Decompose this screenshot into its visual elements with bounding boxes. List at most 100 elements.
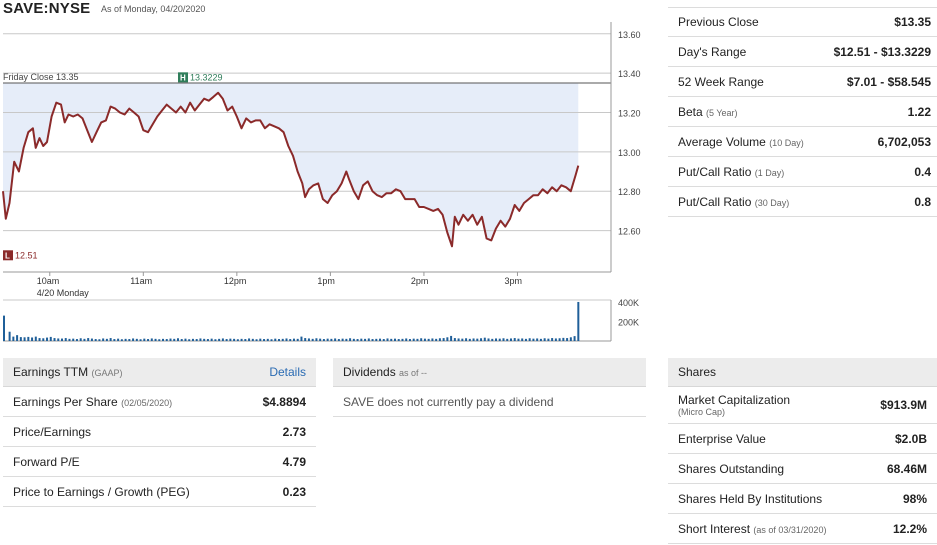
x-tick-label: 3pm: [504, 276, 522, 286]
volume-bar: [109, 338, 112, 341]
volume-bar: [457, 338, 460, 341]
volume-bar: [371, 339, 374, 341]
stat-row: Previous Close $13.35: [668, 7, 937, 37]
shares-rows: Market Capitalization (Micro Cap) $913.9M E…: [668, 387, 937, 544]
earnings-panel: Earnings TTM (GAAP) Details Earnings Per…: [3, 358, 316, 507]
earnings-details-link[interactable]: Details: [269, 365, 306, 379]
volume-bar: [139, 339, 142, 341]
volume-bar: [345, 338, 348, 341]
shares-panel: Shares Market Capitalization (Micro Cap) $…: [668, 358, 937, 544]
volume-bar: [330, 338, 333, 341]
y-tick-label: 13.40: [618, 69, 641, 79]
x-tick-label: 1pm: [317, 276, 335, 286]
volume-bar: [94, 339, 97, 341]
volume-bar: [90, 338, 93, 341]
x-tick-label: 10am: [37, 276, 60, 286]
earnings-header: Earnings TTM (GAAP) Details: [3, 358, 316, 387]
shares-header: Shares: [668, 358, 937, 387]
volume-bar: [393, 338, 396, 341]
stat-row: Price to Earnings / Growth (PEG) 0.23: [3, 477, 316, 507]
volume-bar: [248, 338, 251, 341]
stat-label-text: Enterprise Value: [678, 431, 766, 446]
volume-bar: [337, 339, 340, 341]
stat-label-text: Put/Call Ratio: [678, 194, 752, 209]
stat-label-text: Beta: [678, 104, 703, 119]
stat-row: Shares Outstanding 68.46M: [668, 454, 937, 484]
stat-label-sub: (as of 03/31/2020): [753, 524, 827, 535]
volume-bar: [539, 338, 542, 341]
stat-label: Put/Call Ratio (30 Day): [678, 195, 789, 209]
earnings-title: Earnings TTM: [13, 365, 89, 379]
volume-bar: [562, 337, 565, 341]
earnings-title-sub: (GAAP): [91, 368, 123, 378]
volume-bar: [412, 338, 415, 341]
volume-bar: [375, 338, 378, 341]
ticker-symbol: SAVE:NYSE: [3, 0, 91, 17]
y-tick-label: 12.80: [618, 187, 641, 197]
volume-bar: [408, 339, 411, 341]
x-tick-label: 12pm: [224, 276, 247, 286]
stat-row: Average Volume (10 Day) 6,702,053: [668, 127, 937, 157]
volume-bar: [244, 339, 247, 341]
volume-bar: [12, 336, 15, 341]
volume-bar: [349, 338, 352, 341]
volume-bar: [117, 338, 120, 341]
volume-bar: [68, 338, 71, 341]
stat-label: Average Volume (10 Day): [678, 135, 804, 149]
stat-row: Short Interest (as of 03/31/2020) 12.2%: [668, 514, 937, 544]
stat-label-sub: (1 Day): [754, 167, 785, 178]
volume-bar: [169, 338, 172, 341]
x-tick-label: 11am: [130, 276, 152, 286]
volume-bar: [532, 338, 535, 341]
volume-bar: [311, 338, 314, 341]
volume-bar: [79, 338, 82, 341]
stat-label-text: Day's Range: [678, 44, 747, 59]
y-tick-label: 13.60: [618, 30, 641, 40]
volume-bar: [236, 339, 239, 341]
volume-bar: [16, 335, 19, 341]
volume-bar: [203, 338, 206, 341]
volume-bar: [102, 338, 105, 341]
stat-value: 1.22: [907, 104, 931, 119]
previous-close-label: Friday Close 13.35: [3, 72, 79, 82]
volume-bar: [536, 338, 539, 341]
stat-row: Shares Held By Institutions 98%: [668, 484, 937, 514]
volume-bar: [367, 338, 370, 341]
volume-bar: [480, 338, 483, 341]
volume-bar: [8, 331, 11, 341]
volume-bar: [206, 339, 209, 341]
volume-bar: [352, 338, 355, 341]
stat-row: 52 Week Range $7.01 - $58.545: [668, 67, 937, 97]
x-tick-label: 2pm: [411, 276, 429, 286]
volume-bar: [176, 338, 179, 341]
volume-bar: [72, 338, 75, 341]
volume-bar: [491, 338, 494, 341]
stat-value: 0.8: [914, 194, 931, 209]
stat-row: Price/Earnings 2.73: [3, 417, 316, 447]
stat-value: $2.0B: [894, 431, 927, 446]
volume-bar: [472, 338, 475, 341]
stat-label-text: Average Volume: [678, 134, 766, 149]
volume-bar: [184, 338, 187, 341]
volume-bar: [135, 338, 138, 341]
volume-bar: [543, 338, 546, 341]
dividends-title-sub: as of --: [399, 368, 428, 378]
volume-bar: [423, 338, 426, 341]
stat-value: 98%: [902, 491, 927, 506]
stat-label: Short Interest (as of 03/31/2020): [678, 522, 826, 536]
volume-bar: [554, 338, 557, 341]
volume-bar: [431, 338, 434, 341]
volume-bar: [289, 339, 292, 341]
stat-row: Forward P/E 4.79: [3, 447, 316, 477]
stat-label: 52 Week Range: [678, 75, 764, 89]
volume-bar: [42, 338, 45, 341]
volume-bar: [435, 338, 438, 341]
volume-bar: [577, 301, 580, 341]
volume-bar: [173, 338, 176, 341]
price-area-fill: [3, 83, 579, 247]
stat-value: 2.73: [282, 424, 306, 439]
volume-bar: [278, 339, 281, 341]
volume-bar: [468, 338, 471, 341]
volume-bar: [87, 338, 90, 341]
volume-bar: [240, 338, 243, 341]
